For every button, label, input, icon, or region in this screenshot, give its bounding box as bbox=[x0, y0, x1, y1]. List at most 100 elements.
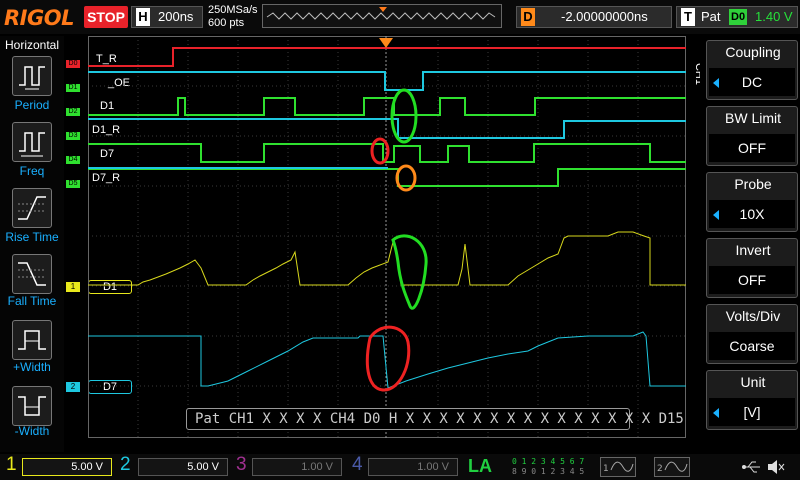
coupling-title: Coupling bbox=[725, 44, 781, 60]
fall-time-button[interactable] bbox=[12, 254, 52, 294]
left-arrow-icon bbox=[713, 78, 719, 88]
sine-wave-icon: 2 bbox=[657, 461, 688, 474]
la-channels-row1: 0 1 2 3 4 5 6 7 bbox=[512, 457, 585, 466]
positive-width-icon bbox=[18, 330, 46, 350]
trace-oe bbox=[88, 71, 686, 91]
probe-value: 10X bbox=[709, 200, 795, 228]
left-arrow-icon bbox=[713, 408, 719, 418]
negative-width-label: -Width bbox=[14, 424, 50, 438]
unit-title: Unit bbox=[740, 374, 766, 390]
rise-time-icon bbox=[18, 196, 46, 220]
invert-value: OFF bbox=[709, 266, 795, 294]
annotation-green-circle-bottom bbox=[391, 234, 428, 310]
logic-analyzer-label[interactable]: LA bbox=[468, 456, 492, 477]
mute-speaker-icon[interactable] bbox=[766, 458, 786, 476]
rise-time-button[interactable] bbox=[12, 188, 52, 228]
frequency-icon bbox=[19, 132, 45, 157]
fall-time-icon bbox=[18, 262, 46, 286]
probe-setting[interactable]: Probe 10X bbox=[706, 172, 798, 232]
trace-d1-r bbox=[88, 118, 686, 139]
status-bar: RIGOL STOP H 200ns 250MSa/s 600 pts D -2… bbox=[0, 0, 800, 34]
generator-2-box[interactable]: 2 bbox=[654, 457, 690, 477]
delay-value: -2.00000000ns bbox=[561, 9, 648, 24]
ch1-scale: 5.00 V bbox=[71, 461, 103, 473]
memory-depth: 600 pts bbox=[208, 17, 245, 29]
trace-t-r bbox=[88, 47, 686, 67]
channel-bar: 1 5.00 V 2 5.00 V 3 1.00 V 4 1.00 V LA 0… bbox=[0, 454, 800, 480]
delay-box[interactable]: D -2.00000000ns bbox=[516, 6, 672, 28]
digital-tag-d0: D0 bbox=[66, 60, 80, 68]
period-button[interactable] bbox=[12, 56, 52, 96]
trace-d7-r bbox=[88, 168, 686, 187]
trigger-box[interactable]: T Pat D0 1.40 V bbox=[676, 6, 798, 28]
frequency-button[interactable] bbox=[12, 122, 52, 162]
channel-settings-menu: Coupling DC BW Limit OFF Probe 10X Inver… bbox=[700, 36, 800, 452]
trace-ch1-analog bbox=[88, 231, 686, 286]
generator-1-box[interactable]: 1 bbox=[600, 457, 636, 477]
volts-div-setting[interactable]: Volts/Div Coarse bbox=[706, 304, 798, 364]
annotation-red-circle-bottom bbox=[365, 325, 411, 392]
memory-wave-icon bbox=[266, 7, 496, 20]
ch4-scale-box[interactable]: 1.00 V bbox=[368, 458, 458, 476]
ch1-scale-box[interactable]: 5.00 V bbox=[22, 458, 112, 476]
trigger-letter: T bbox=[681, 8, 695, 26]
la-channels-row2: 8 9 0 1 2 3 4 5 bbox=[512, 467, 585, 476]
left-arrow-icon bbox=[713, 210, 719, 220]
ch2-ground-marker[interactable]: 2 bbox=[66, 382, 80, 392]
positive-width-button[interactable] bbox=[12, 320, 52, 360]
brand-logo: RIGOL bbox=[4, 6, 74, 30]
digital-tag-d5: D5 bbox=[66, 180, 80, 188]
ch1-ground-marker[interactable]: 1 bbox=[66, 282, 80, 292]
horizontal-measure-menu: Horizontal Period Freq Rise Time Fall Ti… bbox=[0, 36, 64, 452]
timebase-letter: H bbox=[136, 8, 150, 26]
ch2-scale: 5.00 V bbox=[187, 461, 219, 473]
run-stop-indicator[interactable]: STOP bbox=[84, 6, 128, 28]
invert-title: Invert bbox=[735, 242, 771, 258]
trace-d1 bbox=[88, 97, 686, 116]
digital-tag-d4: D4 bbox=[66, 156, 80, 164]
bw-limit-value: OFF bbox=[709, 134, 795, 162]
ch2-scale-box[interactable]: 5.00 V bbox=[138, 458, 228, 476]
trace-ch2-analog bbox=[88, 331, 686, 389]
digital-tag-d3: D3 bbox=[66, 132, 80, 140]
ch4-number: 4 bbox=[352, 454, 363, 475]
invert-setting[interactable]: Invert OFF bbox=[706, 238, 798, 298]
frequency-label: Freq bbox=[19, 164, 45, 178]
pattern-trigger-bar: Pat CH1 X X X X CH4 D0 H X X X X X X X X… bbox=[186, 408, 684, 430]
trigger-source: D0 bbox=[729, 9, 748, 25]
svg-text:1: 1 bbox=[603, 464, 609, 474]
waveform-display[interactable] bbox=[88, 36, 686, 438]
unit-setting[interactable]: Unit [V] bbox=[706, 370, 798, 430]
rise-time-label: Rise Time bbox=[5, 230, 59, 244]
menu-title: Horizontal bbox=[4, 38, 60, 52]
probe-title: Probe bbox=[734, 176, 772, 192]
bw-limit-setting[interactable]: BW Limit OFF bbox=[706, 106, 798, 166]
ch3-scale: 1.00 V bbox=[301, 461, 333, 473]
negative-width-button[interactable] bbox=[12, 386, 52, 426]
digital-tag-d1: D1 bbox=[66, 84, 80, 92]
timebase-box[interactable]: H 200ns bbox=[131, 6, 203, 28]
coupling-value: DC bbox=[709, 68, 795, 96]
usb-icon bbox=[742, 461, 760, 473]
pattern-text: Pat CH1 X X X X CH4 D0 H X X X X X X X X… bbox=[195, 411, 684, 427]
ch4-scale: 1.00 V bbox=[417, 461, 449, 473]
delay-letter: D bbox=[521, 8, 535, 26]
positive-width-label: +Width bbox=[13, 360, 51, 374]
digital-tag-d2: D2 bbox=[66, 108, 80, 116]
ch3-number: 3 bbox=[236, 454, 247, 475]
trigger-position-marker-icon[interactable] bbox=[379, 38, 393, 48]
timebase-value: 200ns bbox=[158, 9, 194, 24]
annotation-red-circle-top bbox=[370, 137, 390, 165]
volts-div-title: Volts/Div bbox=[725, 308, 781, 324]
period-icon bbox=[19, 66, 45, 90]
negative-width-icon bbox=[18, 396, 46, 416]
sine-wave-icon: 1 bbox=[603, 461, 634, 474]
period-label: Period bbox=[14, 98, 50, 112]
coupling-setting[interactable]: Coupling DC bbox=[706, 40, 798, 100]
memory-overview bbox=[262, 4, 502, 28]
trigger-type: Pat bbox=[701, 9, 721, 24]
trigger-level: 1.40 V bbox=[755, 9, 793, 24]
sample-rate: 250MSa/s bbox=[208, 4, 258, 16]
svg-text:2: 2 bbox=[657, 464, 663, 474]
ch3-scale-box[interactable]: 1.00 V bbox=[252, 458, 342, 476]
